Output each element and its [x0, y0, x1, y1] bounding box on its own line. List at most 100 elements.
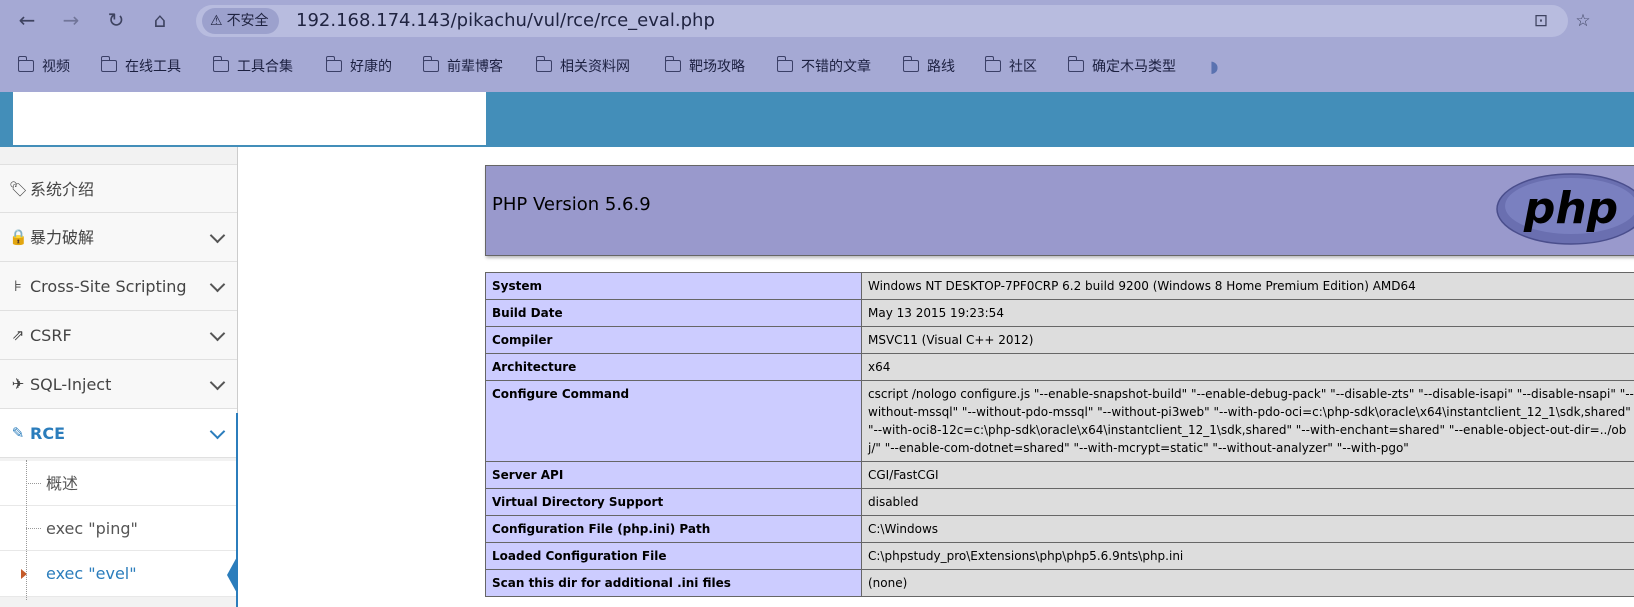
row-key: Scan this dir for additional .ini files [485, 569, 862, 597]
row-value: cscript /nologo configure.js "--enable-s… [861, 380, 1634, 462]
folder-icon [212, 56, 229, 72]
table-row: System Windows NT DESKTOP-7PF0CRP 6.2 bui… [485, 272, 1634, 300]
pencil-icon: ✎ [11, 424, 25, 442]
bookmark-label: 相关资料网 [560, 59, 630, 75]
sidebar-item-label: RCE [30, 424, 65, 443]
row-key: Configure Command [485, 380, 862, 462]
row-value: disabled [861, 488, 1634, 516]
tags-icon: 🏷 [9, 180, 29, 198]
bookmark-item[interactable]: 靶场攻略 [664, 56, 745, 78]
sitemap-icon: ⊧ [14, 277, 22, 295]
security-label: 不安全 [226, 13, 269, 29]
bookmark-item[interactable]: 确定木马类型 [1067, 56, 1176, 78]
sidebar-item-xss[interactable]: ⊧ Cross-Site Scripting [0, 262, 237, 311]
tree-connector [26, 528, 41, 529]
row-value: x64 [861, 353, 1634, 381]
browser-toolbar: ← → ↻ ⌂ ⚠ 不安全 192.168.174.143/pikachu/vul… [0, 0, 1634, 42]
sidebar-subitem-exec-ping[interactable]: exec "ping" [0, 506, 237, 551]
bookmark-label: 社区 [1009, 59, 1037, 75]
chevron-down-icon [209, 325, 226, 342]
table-row: Server API CGI/FastCGI [485, 461, 1634, 489]
bookmark-item[interactable]: 在线工具 [100, 56, 181, 78]
bookmark-label: 确定木马类型 [1092, 59, 1176, 75]
sidebar-subitem-label: exec "ping" [46, 519, 138, 538]
bookmark-label: 不错的文章 [801, 59, 871, 75]
bookmark-item[interactable]: 不错的文章 [776, 56, 871, 78]
bookmark-item[interactable]: 社区 [984, 56, 1037, 78]
active-pointer-icon [227, 555, 238, 595]
bookmark-item[interactable]: 相关资料网 [535, 56, 630, 78]
bookmark-label: 靶场攻略 [689, 59, 745, 75]
sidebar-subitem-overview[interactable]: 概述 [0, 461, 237, 506]
translate-icon[interactable]: ⊡ [1530, 10, 1552, 32]
table-row: Architecture x64 [485, 353, 1634, 381]
forward-arrow-icon[interactable]: → [59, 8, 83, 32]
share-icon: ⇗ [11, 326, 25, 344]
back-arrow-icon[interactable]: ← [15, 8, 39, 32]
row-key: Loaded Configuration File [485, 542, 862, 570]
warning-icon: ⚠ [210, 13, 223, 29]
row-value: (none) [861, 569, 1634, 597]
sidebar-item-rce[interactable]: ✎ RCE [0, 409, 237, 458]
bookmarks-bar: 视频 在线工具 工具合集 好康的 前辈博客 相关资料网 靶场攻略 不错的文章 路… [0, 42, 1634, 92]
phpinfo-header: PHP Version 5.6.9 php [485, 165, 1634, 256]
security-chip[interactable]: ⚠ 不安全 [202, 8, 279, 34]
sidebar-item-label: 暴力破解 [30, 228, 95, 247]
url-text[interactable]: 192.168.174.143/pikachu/vul/rce/rce_eval… [296, 5, 715, 37]
table-row: Configure Command cscript /nologo configu… [485, 380, 1634, 462]
folder-icon [664, 56, 681, 72]
row-key: System [485, 272, 862, 300]
bookmark-item[interactable]: 前辈博客 [422, 56, 503, 78]
table-row: Virtual Directory Support disabled [485, 488, 1634, 516]
table-row: Scan this dir for additional .ini files(… [485, 569, 1634, 597]
reload-icon[interactable]: ↻ [104, 8, 128, 32]
row-key: Compiler [485, 326, 862, 354]
table-row: Loaded Configuration File C:\phpstudy_pro… [485, 542, 1634, 570]
folder-icon [1067, 56, 1084, 72]
app-logo-area [13, 92, 486, 145]
php-logo-text: php [1523, 183, 1618, 234]
phpinfo-table: System Windows NT DESKTOP-7PF0CRP 6.2 bui… [485, 272, 1634, 597]
bookmark-label: 在线工具 [125, 59, 181, 75]
lock-icon: 🔒 [9, 228, 28, 246]
row-key: Architecture [485, 353, 862, 381]
chevron-down-icon [209, 227, 226, 244]
folder-icon [984, 56, 1001, 72]
row-key: Configuration File (php.ini) Path [485, 515, 862, 543]
sidebar-item-bruteforce[interactable]: 🔒 暴力破解 [0, 213, 237, 262]
bookmark-label: 好康的 [350, 59, 392, 75]
row-value: CGI/FastCGI [861, 461, 1634, 489]
sidebar-item-csrf[interactable]: ⇗ CSRF [0, 311, 237, 360]
sidebar-item-sqli[interactable]: ✈ SQL-Inject [0, 360, 237, 409]
sidebar-item-label: SQL-Inject [30, 375, 112, 394]
address-bar[interactable]: ⚠ 不安全 192.168.174.143/pikachu/vul/rce/rce… [196, 5, 1591, 37]
table-row: Compiler MSVC11 (Visual C++ 2012) [485, 326, 1634, 354]
row-key: Server API [485, 461, 862, 489]
bookmark-item[interactable]: 好康的 [325, 56, 392, 78]
folder-icon [902, 56, 919, 72]
bookmark-item[interactable]: 工具合集 [212, 56, 293, 78]
folder-icon [776, 56, 793, 72]
bookmark-label: 前辈博客 [447, 59, 503, 75]
home-icon[interactable]: ⌂ [148, 8, 172, 32]
bookmark-item[interactable]: 视频 [17, 56, 70, 78]
chevron-down-icon [209, 374, 226, 391]
tree-connector [26, 483, 41, 484]
sidebar-subitem-exec-evel[interactable]: exec "evel" [0, 551, 237, 597]
row-value: Windows NT DESKTOP-7PF0CRP 6.2 build 920… [861, 272, 1634, 300]
chevron-down-icon [209, 423, 226, 440]
folder-icon [325, 56, 342, 72]
sidebar-subitem-label: 概述 [46, 474, 79, 493]
bookmark-label: 工具合集 [237, 59, 293, 75]
bookmark-item[interactable]: 路线 [902, 56, 955, 78]
folder-icon [100, 56, 117, 72]
row-value: C:\phpstudy_pro\Extensions\php\php5.6.9n… [861, 542, 1634, 570]
sidebar-item-intro[interactable]: 🏷 系统介绍 [0, 164, 237, 213]
extension-icon[interactable]: ◗ [1210, 56, 1218, 78]
star-icon[interactable]: ☆ [1572, 10, 1594, 32]
row-value: MSVC11 (Visual C++ 2012) [861, 326, 1634, 354]
bookmark-label: 路线 [927, 59, 955, 75]
table-row: Build Date May 13 2015 19:23:54 [485, 299, 1634, 327]
sidebar-item-label: Cross-Site Scripting [30, 277, 187, 296]
row-key: Build Date [485, 299, 862, 327]
